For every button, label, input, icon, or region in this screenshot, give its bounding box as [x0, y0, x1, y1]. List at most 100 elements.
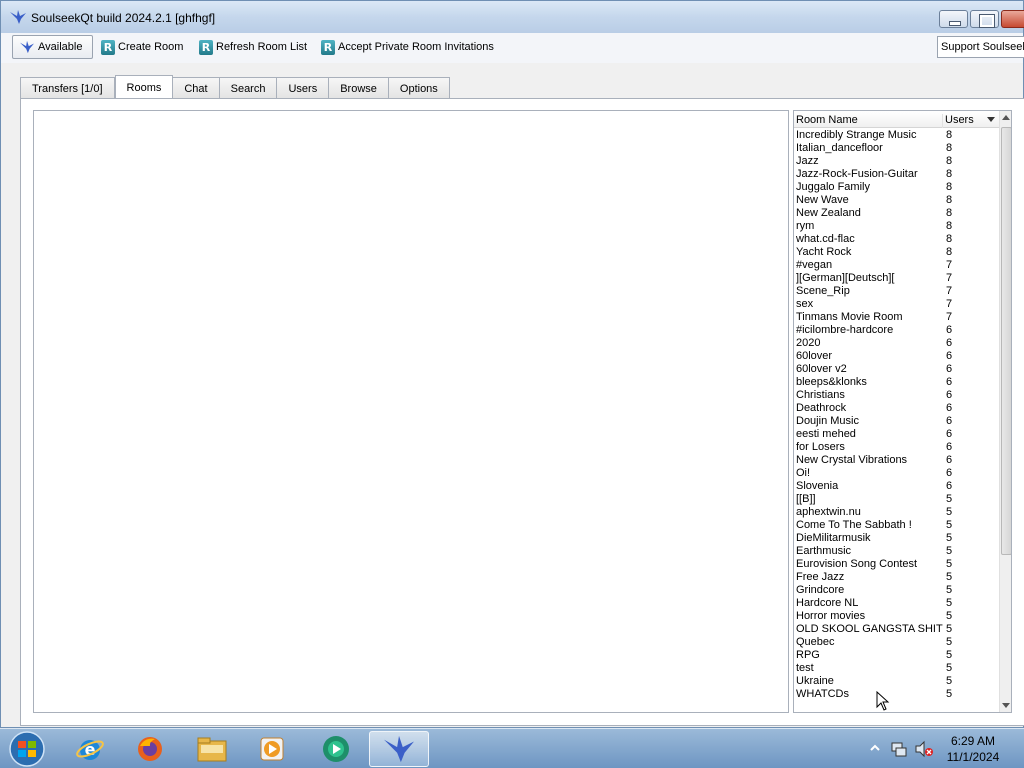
scroll-thumb[interactable] [1001, 127, 1011, 555]
support-soulseek-button[interactable]: Support Soulseek [937, 36, 1024, 58]
tab-options[interactable]: Options [388, 77, 450, 99]
tab-search[interactable]: Search [219, 77, 278, 99]
room-user-count: 5 [946, 506, 953, 518]
tab-users[interactable]: Users [277, 77, 330, 99]
room-row[interactable]: for Losers 6 [794, 441, 998, 454]
room-row[interactable]: Tinmans Movie Room 7 [794, 311, 998, 324]
room-row[interactable]: New Zealand 8 [794, 207, 998, 220]
room-row[interactable]: what.cd-flac 8 [794, 233, 998, 246]
taskbar-file-explorer[interactable] [184, 731, 240, 767]
room-user-count: 6 [946, 415, 953, 427]
room-row[interactable]: test 5 [794, 662, 998, 675]
room-row[interactable]: Doujin Music 6 [794, 415, 998, 428]
room-row[interactable]: 60lover 6 [794, 350, 998, 363]
room-row[interactable]: #vegan 7 [794, 259, 998, 272]
room-user-count: 6 [946, 480, 953, 492]
room-row[interactable]: New Crystal Vibrations 6 [794, 454, 998, 467]
room-row[interactable]: Hardcore NL 5 [794, 597, 998, 610]
room-row[interactable]: New Wave 8 [794, 194, 998, 207]
room-list[interactable]: Room Name Users Incredibly Strange Music… [793, 110, 1012, 713]
room-row[interactable]: #icilombre-hardcore 6 [794, 324, 998, 337]
room-row[interactable]: [[B]] 5 [794, 493, 998, 506]
taskbar-firefox[interactable] [122, 731, 178, 767]
room-row[interactable]: Yacht Rock 8 [794, 246, 998, 259]
tab-chat[interactable]: Chat [173, 77, 220, 99]
room-row[interactable]: Horror movies 5 [794, 610, 998, 623]
room-row[interactable]: Incredibly Strange Music 8 [794, 129, 998, 142]
room-user-count: 6 [946, 389, 953, 401]
room-row[interactable]: Eurovision Song Contest 5 [794, 558, 998, 571]
room-row[interactable]: eesti mehed 6 [794, 428, 998, 441]
room-name: Deathrock [796, 402, 847, 414]
accept-private-invitations-button[interactable]: R Accept Private Room Invitations [321, 35, 494, 59]
room-row[interactable]: Free Jazz 5 [794, 571, 998, 584]
network-icon[interactable] [890, 740, 908, 758]
file-explorer-icon [197, 737, 227, 762]
room-row[interactable]: OLD SKOOL GANGSTA SHIT 5 [794, 623, 998, 636]
main-tabs: Transfers [1/0] Rooms Chat Search Users … [20, 75, 450, 99]
room-name: #vegan [796, 259, 833, 271]
column-users[interactable]: Users [945, 114, 974, 126]
show-hidden-icons-icon[interactable] [870, 744, 880, 752]
room-row[interactable]: sex 7 [794, 298, 998, 311]
room-row[interactable]: bleeps&klonks 6 [794, 376, 998, 389]
taskbar-internet-explorer[interactable]: e [62, 731, 118, 767]
room-name: Jazz-Rock-Fusion-Guitar [796, 168, 918, 180]
minimize-button[interactable] [939, 10, 968, 28]
room-name: Incredibly Strange Music [796, 129, 917, 141]
create-room-button[interactable]: R Create Room [101, 35, 183, 59]
scroll-down-icon[interactable] [1002, 703, 1010, 708]
start-orb-icon[interactable] [4, 730, 50, 768]
room-row[interactable]: Oi! 6 [794, 467, 998, 480]
soulseek-icon [384, 735, 414, 763]
room-chat-area[interactable] [33, 110, 789, 713]
tab-browse[interactable]: Browse [329, 77, 389, 99]
room-row[interactable]: Jazz 8 [794, 155, 998, 168]
scroll-up-icon[interactable] [1002, 115, 1010, 120]
room-name: Slovenia [796, 480, 839, 492]
close-button[interactable] [1001, 10, 1024, 28]
taskbar-media-player[interactable] [244, 731, 300, 767]
taskbar-soulseek[interactable] [369, 731, 429, 767]
room-row[interactable]: Deathrock 6 [794, 402, 998, 415]
room-name: New Zealand [796, 207, 861, 219]
room-row[interactable]: Christians 6 [794, 389, 998, 402]
room-row[interactable]: Italian_dancefloor 8 [794, 142, 998, 155]
room-name: sex [796, 298, 814, 310]
room-name: Come To The Sabbath ! [796, 519, 912, 531]
taskbar: e 6:29 AM 11/1/2024 [0, 728, 1024, 768]
title-bar[interactable]: SoulseekQt build 2024.2.1 [ghfhgf] [1, 1, 1024, 33]
column-room-name[interactable]: Room Name [795, 114, 943, 128]
room-row[interactable]: RPG 5 [794, 649, 998, 662]
sort-descending-icon [987, 117, 995, 122]
room-row[interactable]: Earthmusic 5 [794, 545, 998, 558]
room-row[interactable]: Grindcore 5 [794, 584, 998, 597]
room-list-scrollbar[interactable] [999, 111, 1011, 712]
room-name: [[B]] [796, 493, 816, 505]
room-name: New Crystal Vibrations [796, 454, 908, 466]
room-row[interactable]: aphextwin.nu 5 [794, 506, 998, 519]
room-row[interactable]: WHATCDs 5 [794, 688, 998, 701]
taskbar-media-app[interactable] [308, 731, 364, 767]
room-row[interactable]: Quebec 5 [794, 636, 998, 649]
room-row[interactable]: Jazz-Rock-Fusion-Guitar 8 [794, 168, 998, 181]
room-row[interactable]: 2020 6 [794, 337, 998, 350]
room-row[interactable]: Scene_Rip 7 [794, 285, 998, 298]
room-row[interactable]: DieMilitarmusik 5 [794, 532, 998, 545]
taskbar-clock[interactable]: 6:29 AM 11/1/2024 [930, 733, 1016, 765]
room-row[interactable]: 60lover v2 6 [794, 363, 998, 376]
room-row[interactable]: Ukraine 5 [794, 675, 998, 688]
tab-rooms[interactable]: Rooms [114, 75, 174, 99]
room-name: for Losers [796, 441, 845, 453]
room-user-count: 6 [946, 467, 953, 479]
room-user-count: 6 [946, 324, 953, 336]
room-row[interactable]: rym 8 [794, 220, 998, 233]
room-row[interactable]: ][German][Deutsch][7 [794, 272, 998, 285]
tab-transfers[interactable]: Transfers [1/0] [20, 77, 115, 99]
refresh-room-list-button[interactable]: R Refresh Room List [199, 35, 307, 59]
room-row[interactable]: Slovenia 6 [794, 480, 998, 493]
maximize-button[interactable] [970, 10, 999, 28]
room-row[interactable]: Juggalo Family 8 [794, 181, 998, 194]
room-row[interactable]: Come To The Sabbath ! 5 [794, 519, 998, 532]
status-available-button[interactable]: Available [12, 35, 93, 59]
